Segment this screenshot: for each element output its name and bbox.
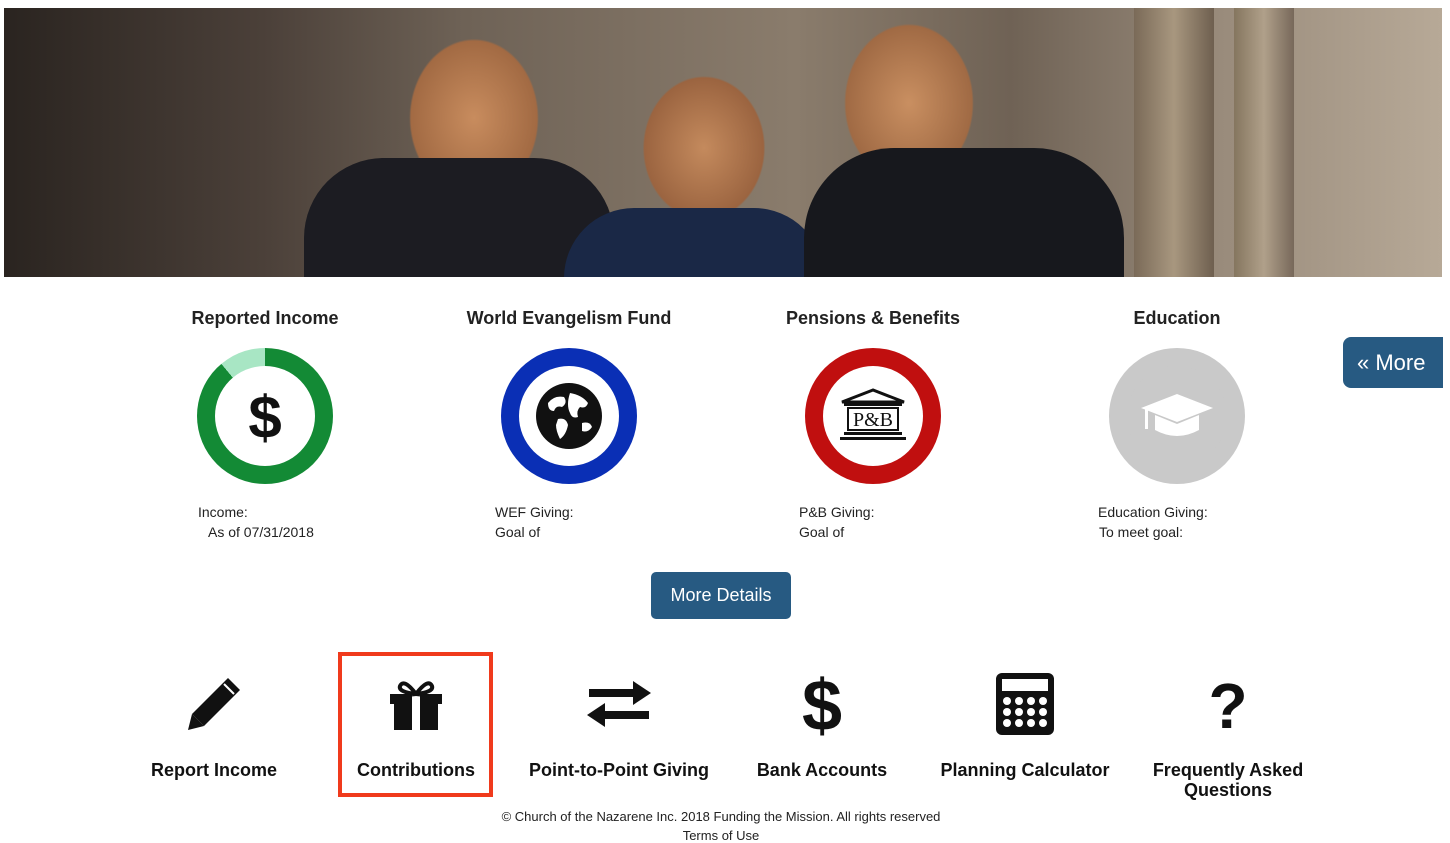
tile-label: Frequently Asked Questions	[1152, 760, 1304, 800]
stat-title: Reported Income	[191, 308, 339, 328]
footer-copyright: © Church of the Nazarene Inc. 2018 Fundi…	[501, 809, 941, 824]
stat-world-evangelism-fund: World Evangelism Fund WEF Giving: Goal o…	[444, 306, 694, 540]
income-ring[interactable]: $	[197, 348, 333, 484]
svg-text:?: ?	[1208, 674, 1247, 734]
hero-banner-image	[4, 8, 1442, 277]
stat-line-2: To meet goal:	[1099, 524, 1184, 540]
tile-report-income[interactable]: Report Income	[124, 660, 304, 780]
calculator-icon	[996, 673, 1054, 735]
stat-line-2: As of 07/31/2018	[208, 524, 314, 540]
stat-line-2: Goal of	[799, 524, 845, 540]
globe-icon	[536, 383, 602, 449]
tile-label: Point-to-Point Giving	[529, 760, 709, 780]
stat-education: Education Education Giving: To meet goal…	[1052, 306, 1302, 540]
tile-label: Report Income	[150, 760, 278, 780]
terms-of-use-link[interactable]: Terms of Use	[0, 828, 1442, 843]
stat-title: World Evangelism Fund	[466, 308, 672, 328]
exchange-arrows-icon	[587, 681, 651, 727]
svg-text:P&B: P&B	[853, 409, 893, 431]
tile-label: Bank Accounts	[756, 760, 888, 780]
more-side-tab[interactable]: « More	[1343, 337, 1443, 388]
more-details-button[interactable]: More Details	[651, 572, 791, 619]
tile-faq[interactable]: ? Frequently Asked Questions	[1138, 660, 1318, 800]
stat-title: Pensions & Benefits	[785, 308, 961, 328]
dollar-icon: $	[248, 386, 281, 446]
wef-ring[interactable]	[501, 348, 637, 484]
edu-ring[interactable]	[1109, 348, 1245, 484]
graduation-cap-icon	[1141, 394, 1213, 436]
stat-line-1: WEF Giving:	[495, 504, 574, 520]
stat-pensions-benefits: Pensions & Benefits P&B P&B Giving: Goal…	[748, 306, 998, 540]
tile-label: Planning Calculator	[940, 760, 1110, 780]
stat-line-1: Income:	[198, 504, 248, 520]
svg-text:$: $	[802, 668, 842, 740]
stat-line-1: P&B Giving:	[799, 504, 875, 520]
contributions-highlight-frame	[338, 652, 493, 797]
tile-planning-calculator[interactable]: Planning Calculator	[935, 660, 1115, 780]
dollar-sign-icon: $	[802, 668, 842, 740]
question-icon: ?	[1208, 674, 1247, 734]
svg-text:$: $	[248, 386, 281, 446]
tile-point-to-point-giving[interactable]: Point-to-Point Giving	[529, 660, 709, 780]
tile-bank-accounts[interactable]: $ Bank Accounts	[732, 660, 912, 780]
stat-title: Education	[1133, 308, 1221, 328]
pension-building-icon: P&B	[840, 388, 906, 440]
pb-ring[interactable]: P&B	[805, 348, 941, 484]
stat-line-2: Goal of	[495, 524, 541, 540]
stat-reported-income: Reported Income $ Income: As of 07/31/20…	[140, 306, 390, 540]
stat-line-1: Education Giving:	[1098, 504, 1208, 520]
pencil-icon	[188, 678, 240, 730]
